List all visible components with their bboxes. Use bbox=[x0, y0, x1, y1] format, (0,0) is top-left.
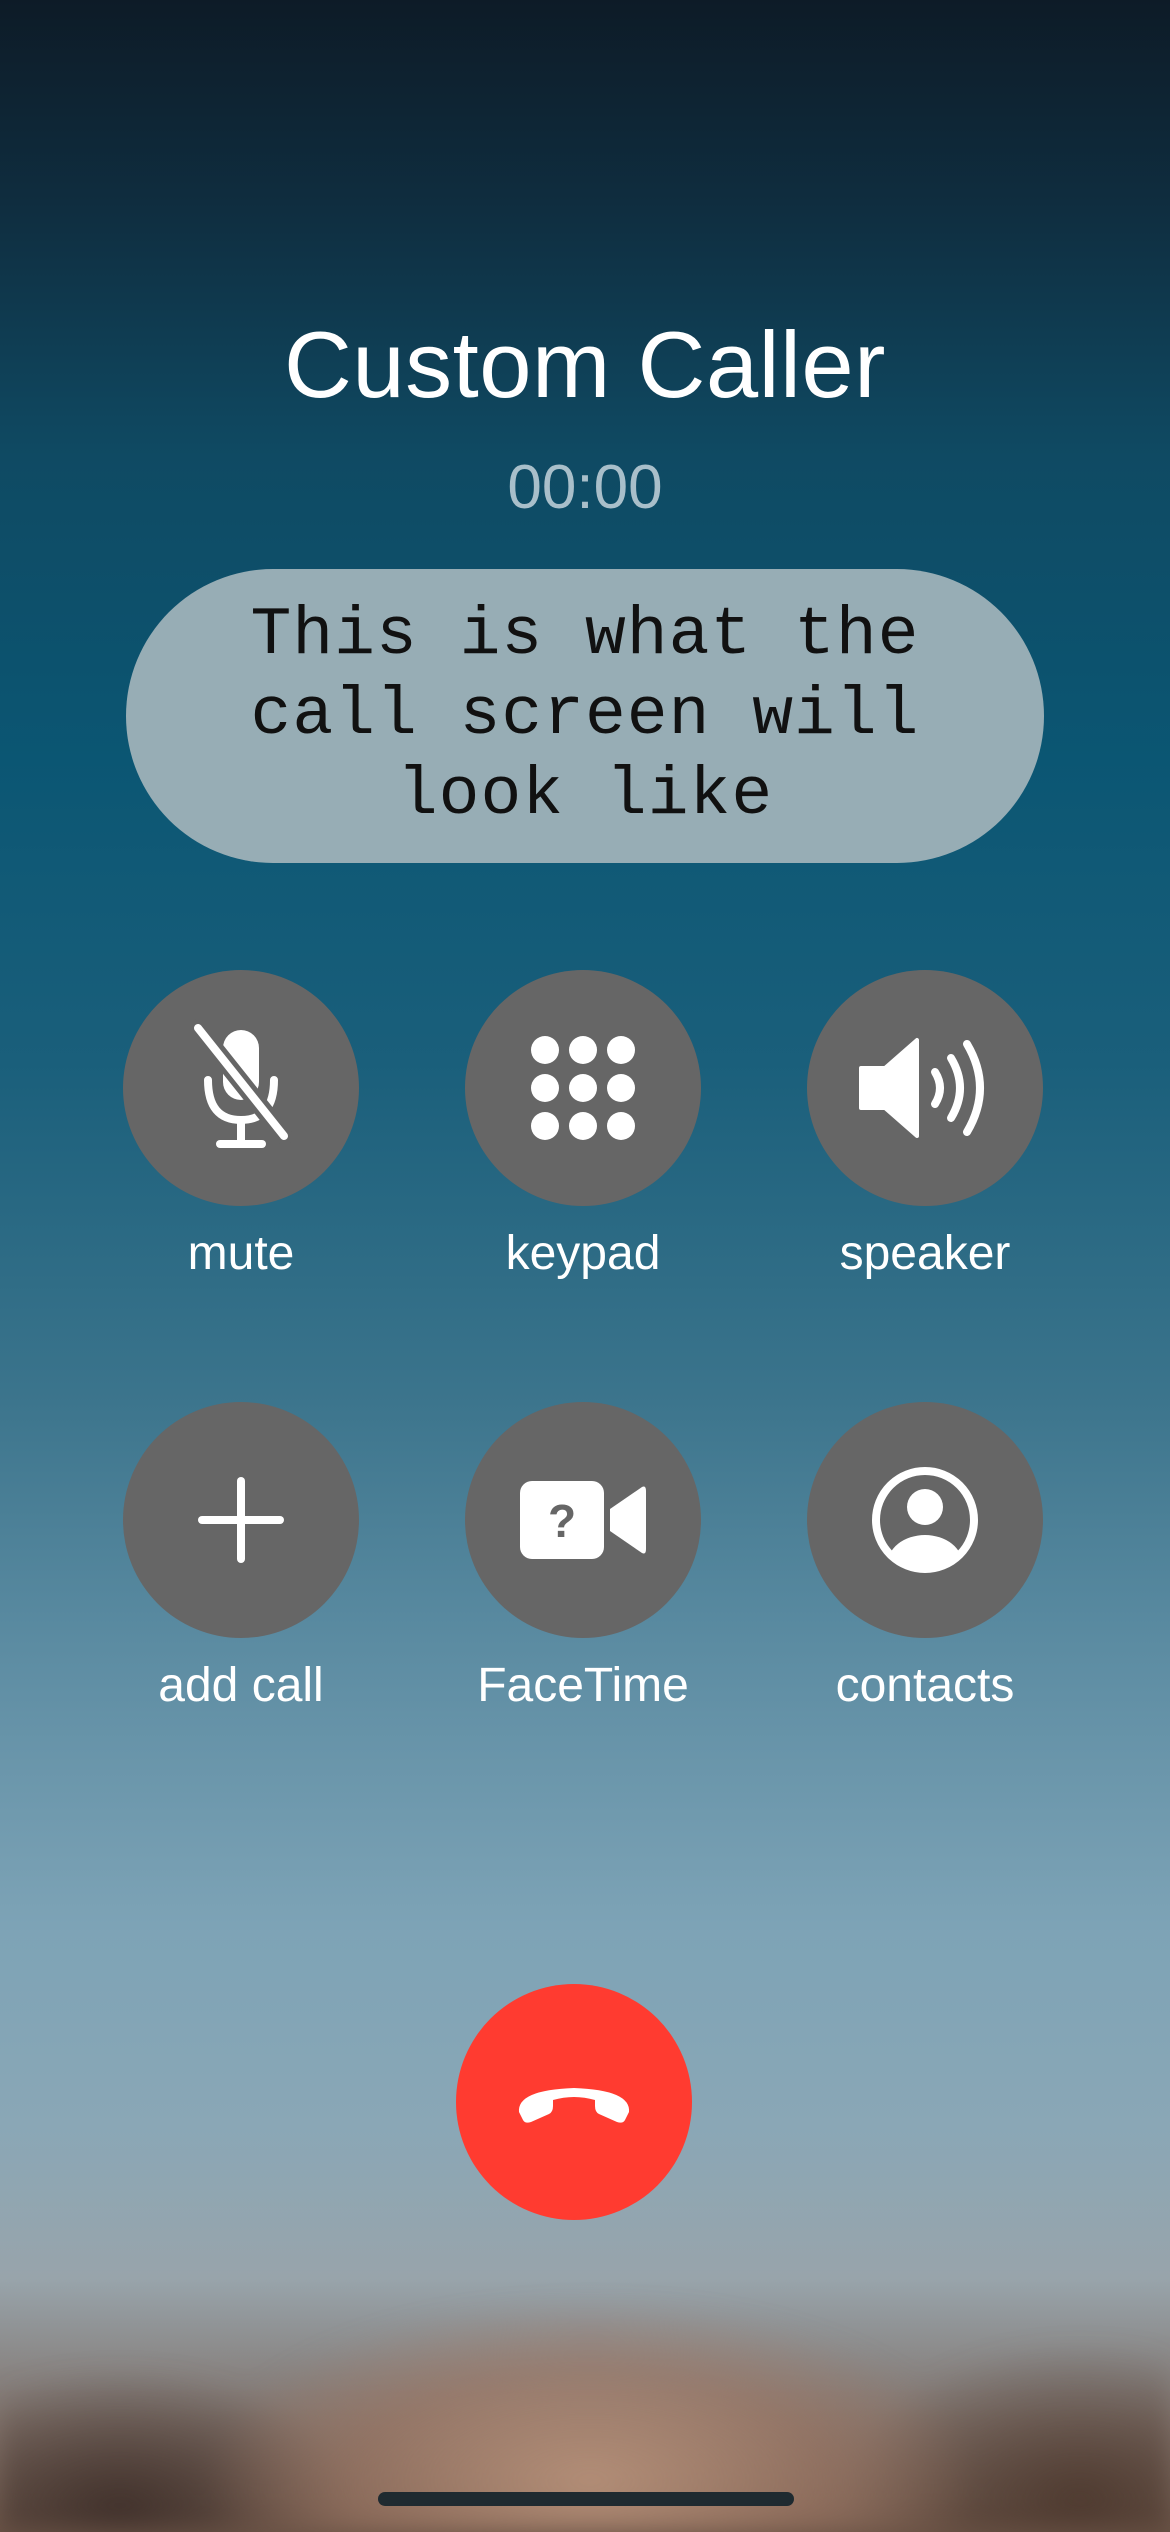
mute-button[interactable] bbox=[123, 970, 359, 1206]
end-call-button[interactable] bbox=[456, 1984, 692, 2220]
keypad-button[interactable] bbox=[465, 970, 701, 1206]
message-text: This is what the call screen will look l… bbox=[250, 597, 920, 834]
call-timer: 00:00 bbox=[507, 453, 663, 522]
keypad-label: keypad bbox=[505, 1227, 661, 1280]
home-indicator[interactable] bbox=[378, 2492, 794, 2506]
facetime-control: ? FaceTime bbox=[453, 1402, 713, 1714]
add-call-label: add call bbox=[158, 1659, 324, 1712]
contacts-control: contacts bbox=[795, 1402, 1055, 1714]
call-screen: Custom Caller 00:00 This is what the cal… bbox=[0, 0, 1170, 2532]
speaker-icon bbox=[859, 1038, 984, 1138]
keypad-icon bbox=[531, 1036, 635, 1140]
add-call-control: add call bbox=[111, 1402, 371, 1714]
add-call-button[interactable] bbox=[123, 1402, 359, 1638]
facetime-question-icon: ? bbox=[520, 1481, 646, 1559]
person-circle-icon bbox=[872, 1467, 978, 1573]
mute-label: mute bbox=[187, 1227, 295, 1280]
plus-icon bbox=[198, 1477, 284, 1563]
caller-name: Custom Caller bbox=[284, 312, 886, 417]
facetime-button[interactable]: ? bbox=[465, 1402, 701, 1638]
message-bubble: This is what the call screen will look l… bbox=[126, 569, 1044, 863]
mic-slash-icon bbox=[189, 1019, 293, 1148]
contacts-button[interactable] bbox=[807, 1402, 1043, 1638]
keypad-control: keypad bbox=[453, 970, 713, 1282]
facetime-label: FaceTime bbox=[477, 1659, 689, 1712]
svg-text:?: ? bbox=[548, 1495, 576, 1547]
speaker-button[interactable] bbox=[807, 970, 1043, 1206]
speaker-control: speaker bbox=[795, 970, 1055, 1282]
contacts-label: contacts bbox=[835, 1659, 1015, 1712]
speaker-label: speaker bbox=[839, 1227, 1011, 1280]
mute-control: mute bbox=[111, 970, 371, 1282]
phone-hangup-icon bbox=[518, 2088, 630, 2123]
